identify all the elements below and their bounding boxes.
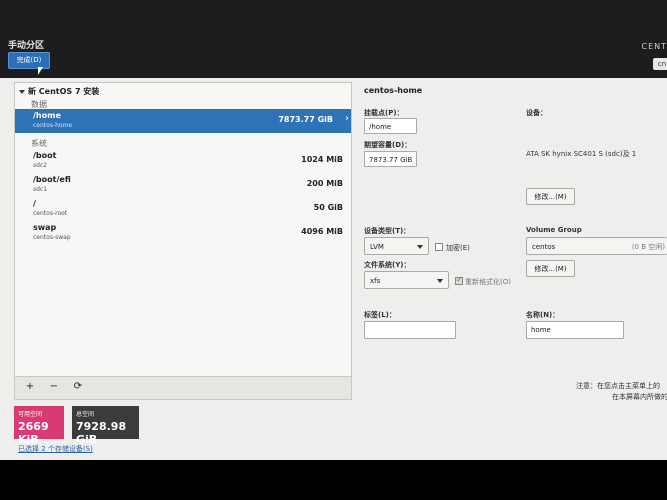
volume-group-dropdown[interactable]: centos (0 B 空闲) (526, 237, 667, 255)
mount-row-swap[interactable]: swap centos-swap 4096 MiB (15, 221, 351, 245)
keyboard-layout-indicator[interactable]: cn (653, 58, 667, 70)
device-value: ATA SK hynix SC401 S (sdc)及 1 (526, 150, 637, 158)
mount-row-home[interactable]: /home centos-home 7873.77 GiB › (15, 109, 351, 133)
volume-group-free: (0 B 空闲) (631, 243, 665, 251)
mount-point-list: 新 CentOS 7 安装 数据 /home centos-home 7873.… (14, 82, 352, 400)
device-type-dropdown[interactable]: LVM (364, 237, 429, 255)
mount-size: 1024 MiB (301, 155, 343, 164)
mount-name: swap (33, 223, 57, 232)
mount-point-label: 挂载点(P)： (364, 109, 404, 117)
mount-size: 200 MiB (306, 179, 343, 188)
installation-header[interactable]: 新 CentOS 7 安装 (19, 86, 99, 97)
available-space-label: 可用空间 (18, 411, 43, 418)
reformat-label: 重新格式化(O) (465, 278, 511, 286)
total-space-value: 7928.98 GiB (76, 420, 127, 446)
chevron-down-icon (437, 279, 443, 283)
modify-volume-group-button[interactable]: 修改...(M) (526, 260, 575, 277)
selected-storage-link[interactable]: 已选择 2 个存储设备(S) (18, 444, 93, 454)
brand-label: CENT (641, 42, 667, 51)
chevron-right-icon: › (345, 113, 349, 124)
system-section-label: 系统 (31, 139, 47, 148)
mount-device: sdc2 (33, 162, 48, 169)
mount-size: 7873.77 GiB (278, 115, 333, 124)
refresh-icon[interactable]: ⟳ (67, 379, 89, 395)
chevron-down-icon (417, 245, 423, 249)
available-space-box: 可用空间 2669 KiB (14, 406, 64, 446)
mount-size: 4096 MiB (301, 227, 343, 236)
done-button[interactable]: 完成(D) (8, 52, 50, 69)
volume-group-value: centos (532, 243, 556, 251)
note-line-1: 注意：在您点击主菜单上的 (576, 382, 660, 390)
mount-name: / (33, 199, 36, 208)
filesystem-value: xfs (370, 277, 381, 285)
encrypt-label: 加密(E) (446, 244, 470, 252)
total-space-box: 总空间 7928.98 GiB (72, 406, 139, 446)
mouse-cursor-icon (38, 67, 43, 75)
top-bar: 手动分区 完成(D) CENT cn (0, 0, 667, 78)
filesystem-dropdown[interactable]: xfs (364, 271, 449, 289)
name-input[interactable]: home (526, 321, 624, 339)
mount-row-boot-efi[interactable]: /boot/efi sdc1 200 MiB (15, 173, 351, 197)
installation-label: 新 CentOS 7 安装 (28, 87, 100, 96)
modify-device-button[interactable]: 修改...(M) (526, 188, 575, 205)
mount-name: /home (33, 111, 61, 120)
mount-point-input[interactable]: /home (364, 118, 417, 134)
mount-name: /boot (33, 151, 57, 160)
mount-name: /boot/efi (33, 175, 71, 184)
mount-device: centos-swap (33, 234, 71, 241)
mount-row-boot[interactable]: /boot sdc2 1024 MiB (15, 149, 351, 173)
capacity-input[interactable]: 7873.77 GiB (364, 151, 417, 167)
name-label: 名称(N)： (526, 311, 560, 319)
mount-size: 50 GiB (313, 203, 343, 212)
device-type-value: LVM (370, 243, 384, 251)
mount-device: sdc1 (33, 186, 48, 193)
device-label: 设备： (526, 109, 547, 117)
add-mount-button[interactable]: + (19, 379, 41, 395)
tag-input[interactable] (364, 321, 456, 339)
main-area: 新 CentOS 7 安装 数据 /home centos-home 7873.… (0, 78, 667, 460)
mount-device: centos-root (33, 210, 68, 217)
partition-title: centos-home (364, 86, 423, 95)
mount-row-root[interactable]: / centos-root 50 GiB (15, 197, 351, 221)
total-space-label: 总空间 (76, 411, 95, 418)
page-title: 手动分区 (8, 41, 45, 51)
expander-icon (19, 89, 25, 94)
available-space-value: 2669 KiB (18, 420, 49, 446)
note-line-2: 在本屏幕内所做的 (612, 393, 667, 401)
volume-group-label: Volume Group (526, 226, 582, 234)
tag-label: 标签(L)： (364, 311, 396, 319)
filesystem-label: 文件系统(Y)： (364, 261, 411, 269)
capacity-label: 期望容量(D)： (364, 141, 412, 149)
mount-device: centos-home (33, 122, 73, 129)
reformat-checkbox[interactable] (455, 275, 463, 285)
device-type-label: 设备类型(T)： (364, 227, 411, 235)
partition-toolbar: + − ⟳ (14, 376, 352, 400)
remove-mount-button[interactable]: − (43, 379, 65, 395)
encrypt-checkbox[interactable] (435, 243, 443, 251)
